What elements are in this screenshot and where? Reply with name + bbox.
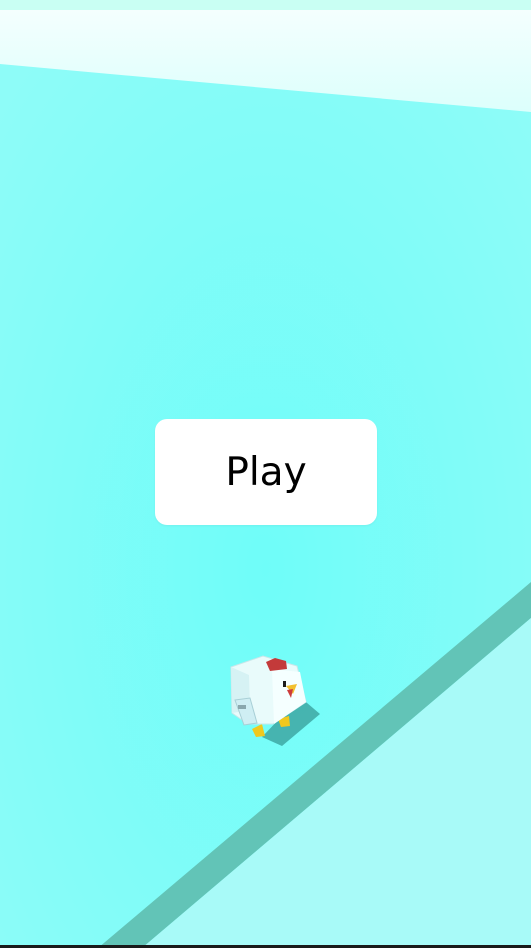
play-button[interactable]: Play — [155, 419, 377, 525]
chicken-eye — [283, 681, 286, 687]
wing-detail — [238, 705, 246, 709]
game-scene[interactable]: Play — [0, 0, 531, 948]
top-strip — [0, 0, 531, 10]
